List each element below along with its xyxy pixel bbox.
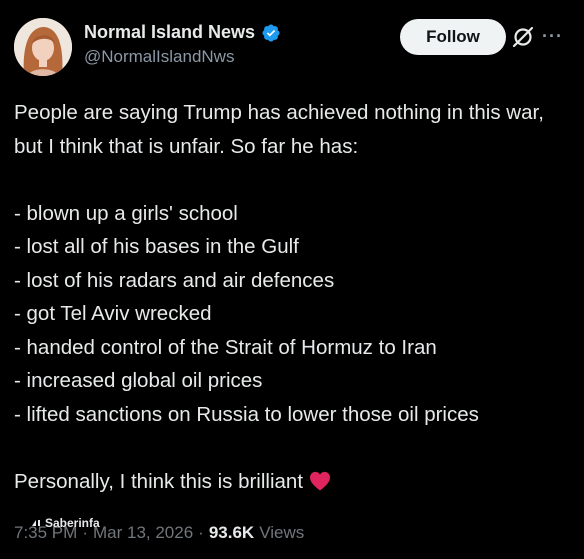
avatar[interactable] [14,18,72,76]
tweet-intro: People are saying Trump has achieved not… [14,101,544,158]
list-item: - lifted sanctions on Russia to lower th… [14,402,479,426]
views-count: 93.6K [208,523,255,542]
avatar-image [14,18,72,76]
watermark: Saberinfa [31,516,100,530]
list-item: - lost of his radars and air defences [14,268,335,292]
red-heart-emoji-icon [310,471,331,491]
list-item: - blown up a girls' school [14,201,238,225]
grok-icon[interactable] [510,24,536,50]
meta-separator: · [198,523,204,542]
list-item: - increased global oil prices [14,369,263,392]
follow-button[interactable]: Follow [400,19,506,55]
list-item: - handed control of the Strait of Hormuz… [14,335,437,359]
author-block: Normal Island News @NormalIslandNws [84,22,281,67]
views-label: Views [259,523,305,542]
tweet-text: People are saying Trump has achieved not… [14,96,574,498]
more-options-icon[interactable]: ··· [542,26,568,46]
tweet-date[interactable]: Mar 13, 2026 [93,523,193,543]
verified-badge-icon [262,23,280,42]
display-name[interactable]: Normal Island News [84,22,255,43]
watermark-logo-icon [32,520,40,526]
tweet-header: Normal Island News @NormalIslandNws Foll… [14,18,570,82]
tweet-closing: Personally, I think this is brilliant [14,465,574,499]
list-item: - got Tel Aviv wrecked [14,302,212,325]
closing-text: Personally, I think this is brilliant [14,469,304,493]
list-item: - lost all of his bases in the Gulf [14,235,299,258]
handle[interactable]: @NormalIslandNws [84,47,281,67]
watermark-text: Saberinfa [45,516,100,530]
